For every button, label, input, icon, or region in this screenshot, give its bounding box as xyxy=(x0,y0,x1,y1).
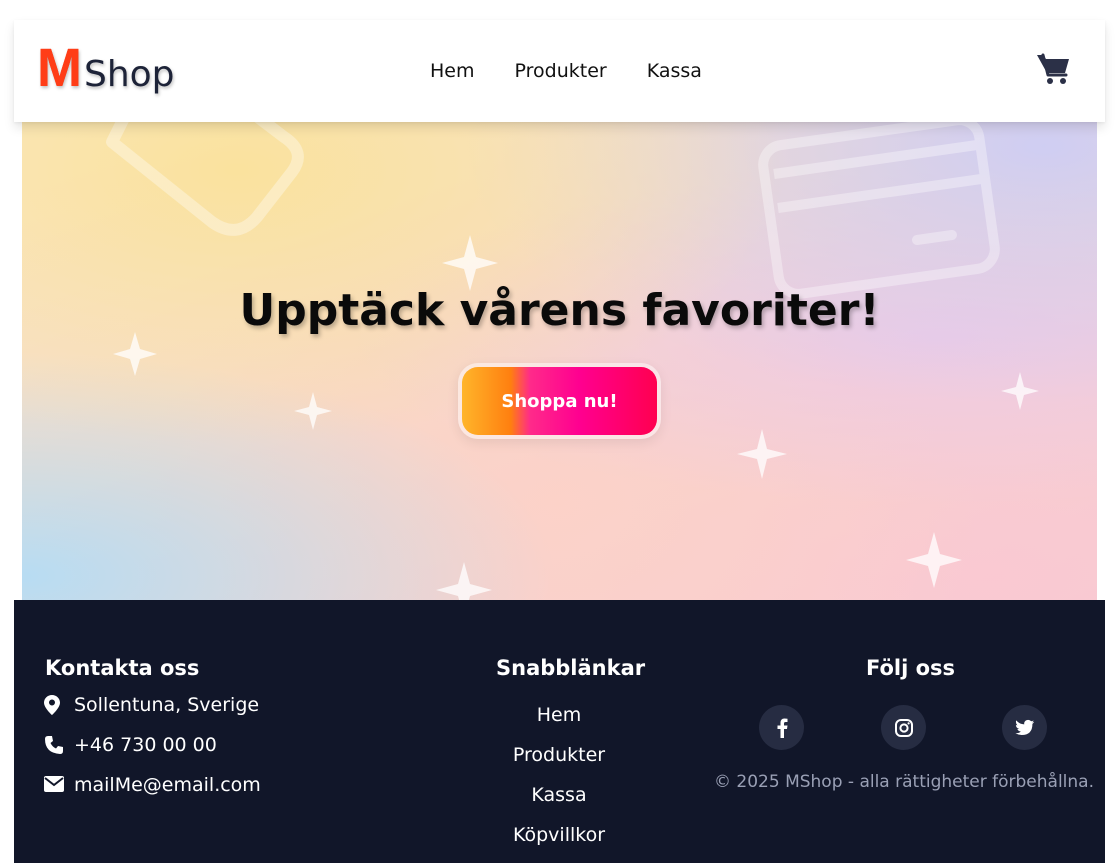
instagram-icon[interactable] xyxy=(881,705,926,750)
copyright-text: © 2025 MShop - alla rättigheter förbehål… xyxy=(714,772,1094,792)
hero-decoration xyxy=(106,122,1039,600)
envelope-icon xyxy=(44,775,64,795)
facebook-icon[interactable] xyxy=(759,705,804,750)
contact-phone: +46 730 00 00 xyxy=(44,734,217,756)
nav-link-hem[interactable]: Hem xyxy=(430,60,475,82)
contact-phone-text: +46 730 00 00 xyxy=(74,734,217,756)
shop-now-label: Shoppa nu! xyxy=(462,367,657,435)
footer-link-kassa[interactable]: Kassa xyxy=(459,784,659,806)
shop-now-button[interactable]: Shoppa nu! xyxy=(458,363,661,439)
cart-icon[interactable] xyxy=(1035,51,1071,87)
site-footer: Kontakta oss Sollentuna, Sverige +46 730… xyxy=(14,600,1105,863)
contact-location: Sollentuna, Sverige xyxy=(44,694,259,716)
hero-banner: Upptäck vårens favoriter! Shoppa nu! xyxy=(22,122,1097,600)
follow-title: Följ oss xyxy=(866,656,956,680)
phone-icon xyxy=(44,735,64,755)
tag-icon xyxy=(106,122,304,236)
logo-m: M xyxy=(37,38,82,98)
footer-link-kopvillkor[interactable]: Köpvillkor xyxy=(459,824,659,846)
logo[interactable]: M Shop xyxy=(37,40,175,96)
footer-link-hem[interactable]: Hem xyxy=(459,704,659,726)
site-header: M Shop Hem Produkter Kassa xyxy=(14,20,1105,122)
contact-title: Kontakta oss xyxy=(45,656,200,680)
map-pin-icon xyxy=(44,695,64,715)
contact-email-text[interactable]: mailMe@email.com xyxy=(74,774,261,796)
main-nav: Hem Produkter Kassa xyxy=(430,60,702,82)
nav-link-produkter[interactable]: Produkter xyxy=(515,60,607,82)
credit-card-icon xyxy=(758,122,1000,299)
twitter-icon[interactable] xyxy=(1002,705,1047,750)
nav-link-kassa[interactable]: Kassa xyxy=(647,60,702,82)
logo-shop: Shop xyxy=(83,54,175,95)
footer-link-produkter[interactable]: Produkter xyxy=(459,744,659,766)
quick-links-title: Snabblänkar xyxy=(496,656,646,680)
hero-title: Upptäck vårens favoriter! xyxy=(239,285,880,336)
contact-email: mailMe@email.com xyxy=(44,774,261,796)
contact-location-text: Sollentuna, Sverige xyxy=(74,694,260,716)
